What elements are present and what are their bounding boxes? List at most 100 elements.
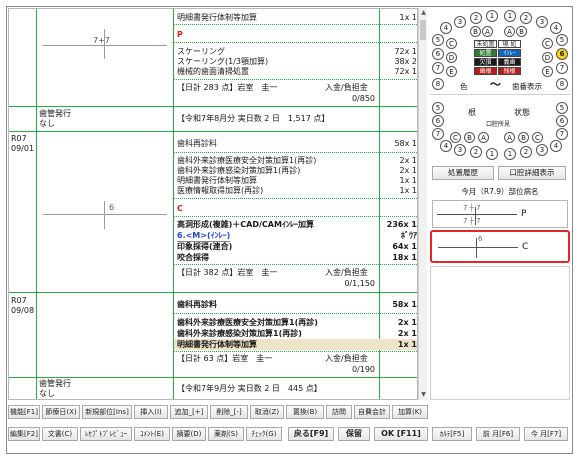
tooth-letter[interactable]: B bbox=[516, 26, 527, 37]
tooth-letter[interactable]: A bbox=[478, 132, 489, 143]
record-item-link[interactable]: 6.<M>(ｲﾝﾚｰ) bbox=[177, 231, 231, 242]
function-key-button[interactable]: 取消(Z) bbox=[250, 405, 284, 419]
record-item[interactable]: 医療情報取得加算(再診) bbox=[177, 186, 263, 196]
tooth-number[interactable]: 6 bbox=[556, 48, 568, 60]
record-item[interactable]: 高洞形成(複雑)＋CAD/CAMｲﾝﾚｰ加算 bbox=[177, 220, 314, 230]
record-item[interactable]: 歯科外来診療感染対策加算1(再診) bbox=[177, 329, 302, 339]
tooth-letter[interactable]: A bbox=[504, 132, 515, 143]
tooth-letter[interactable]: A bbox=[504, 26, 515, 37]
tooth-letter[interactable]: E bbox=[542, 66, 553, 77]
disease-list-area[interactable] bbox=[430, 266, 570, 400]
tooth-letter[interactable]: B bbox=[518, 132, 529, 143]
oral-detail-button[interactable]: 口腔詳細表示 bbox=[498, 166, 566, 180]
tooth-number[interactable]: 5 bbox=[432, 34, 444, 46]
tooth-letter[interactable]: E bbox=[446, 66, 457, 77]
function-key-button[interactable]: 新規部位[Ins] bbox=[82, 405, 132, 419]
function-key-button[interactable]: 挿入(I) bbox=[134, 405, 168, 419]
record-item[interactable]: 明細書発行体制等加算 bbox=[177, 13, 257, 23]
tooth-letter[interactable]: D bbox=[446, 52, 457, 63]
tooth-number[interactable]: 3 bbox=[454, 16, 466, 28]
tooth-number[interactable]: 4 bbox=[550, 22, 562, 34]
tooth-number[interactable]: 3 bbox=[536, 16, 548, 28]
tooth-number[interactable]: 2 bbox=[520, 146, 532, 158]
function-key-button[interactable]: 追加_[+] bbox=[170, 405, 208, 419]
record-item[interactable]: 咬合採得 bbox=[177, 253, 209, 263]
function-key-button[interactable]: 薬剤(S) bbox=[208, 427, 244, 441]
tooth-number[interactable]: 1 bbox=[486, 10, 498, 22]
karte-button[interactable]: ｶﾙﾃ[F5] bbox=[432, 427, 472, 441]
function-key-button[interactable]: ﾚｾﾌﾟﾄﾌﾟﾚﾋﾞｭｰ bbox=[80, 427, 132, 441]
function-key-button[interactable]: 訪問 bbox=[326, 405, 352, 419]
tooth-number[interactable]: 7 bbox=[556, 128, 568, 140]
tooth-number[interactable]: 4 bbox=[440, 140, 452, 152]
tooth-number[interactable]: 3 bbox=[454, 144, 466, 156]
tooth-letter[interactable]: B bbox=[464, 132, 475, 143]
record-item-selected[interactable]: 明細書発行体制等加算 bbox=[177, 340, 257, 350]
tooth-number[interactable]: 4 bbox=[550, 140, 562, 152]
hold-button[interactable]: 保留 bbox=[338, 427, 370, 441]
back-button[interactable]: 戻る[F9] bbox=[288, 427, 334, 441]
tooth-letter[interactable]: A bbox=[482, 26, 493, 37]
tooth-number[interactable]: 6 bbox=[432, 115, 444, 127]
tooth-number[interactable]: 6 bbox=[432, 48, 444, 60]
tooth-letter[interactable]: D bbox=[542, 52, 553, 63]
tooth-number[interactable]: 8 bbox=[556, 78, 568, 90]
function-key-button[interactable]: 削除_[-] bbox=[210, 405, 248, 419]
function-key-button[interactable]: 摘要(D) bbox=[172, 427, 206, 441]
tooth-number[interactable]: 7 bbox=[556, 62, 568, 74]
record-item[interactable]: 印象採得(連合) bbox=[177, 242, 232, 252]
record-item[interactable]: 歯科外来診療感染対策加算1(再診) bbox=[177, 166, 300, 176]
record-item[interactable]: 歯科再診料 bbox=[177, 300, 217, 310]
function-key-button[interactable]: 機能[F1] bbox=[8, 405, 40, 419]
tooth-display-label[interactable]: 歯番表示 bbox=[512, 82, 542, 92]
function-key-button[interactable]: ｺﾒﾝﾄ(E) bbox=[134, 427, 170, 441]
tooth-number[interactable]: 5 bbox=[556, 102, 568, 114]
dental-chart[interactable]: 4 3 2 1 1 2 3 4 B A A B 5 6 7 8 5 6 7 8 C D E C D E 未処置現 処処置 ｲﾝﾚｰ 欠損… bbox=[430, 8, 570, 163]
record-item[interactable]: 歯科外来診療医療安全対策加算1(再診) bbox=[177, 156, 316, 166]
tooth-letter[interactable]: C bbox=[532, 132, 543, 143]
record-item[interactable]: 明細書発行体制等加算 bbox=[177, 176, 257, 186]
scroll-thumb[interactable] bbox=[420, 20, 426, 40]
function-key-button[interactable]: 加算(K) bbox=[392, 405, 428, 419]
function-key-button[interactable]: 文書(C) bbox=[42, 427, 78, 441]
record-item[interactable]: スケーリング(1/3顎加算) bbox=[177, 57, 268, 67]
tooth-number[interactable]: 8 bbox=[432, 78, 444, 90]
tooth-number[interactable]: 1 bbox=[504, 10, 516, 22]
scroll-up-arrow-icon[interactable]: ▲ bbox=[420, 9, 427, 17]
function-key-button[interactable]: 置換(B) bbox=[286, 405, 324, 419]
treatment-history-button[interactable]: 処置履歴 bbox=[432, 166, 494, 180]
tooth-number[interactable]: 2 bbox=[470, 146, 482, 158]
function-key-button[interactable]: 編集[F2] bbox=[8, 427, 40, 441]
tooth-number[interactable]: 3 bbox=[536, 144, 548, 156]
tooth-number[interactable]: 6 bbox=[556, 115, 568, 127]
function-key-button[interactable]: ﾁｪｯｸ(G) bbox=[246, 427, 282, 441]
record-item[interactable]: 歯科外来診療医療安全対策加算1(再診) bbox=[177, 318, 318, 328]
record-item[interactable]: 歯科再診料 bbox=[177, 139, 217, 149]
tooth-number[interactable]: 5 bbox=[556, 34, 568, 46]
tooth-number[interactable]: 1 bbox=[504, 148, 516, 160]
tooth-number[interactable]: 1 bbox=[486, 148, 498, 160]
tooth-number[interactable]: 2 bbox=[470, 12, 482, 24]
ok-button[interactable]: OK [F11] bbox=[374, 427, 428, 441]
tooth-number[interactable]: 2 bbox=[520, 12, 532, 24]
tooth-number[interactable]: 4 bbox=[440, 22, 452, 34]
function-key-button[interactable]: 自費会計 bbox=[354, 405, 390, 419]
disease-chart-c-selected[interactable]: 6 C bbox=[430, 230, 570, 263]
tooth-letter[interactable]: B bbox=[470, 26, 481, 37]
tooth-number[interactable]: 7 bbox=[432, 62, 444, 74]
tooth-number[interactable]: 7 bbox=[432, 128, 444, 140]
this-month-button[interactable]: 今 月[F7] bbox=[524, 427, 568, 441]
tooth-letter[interactable]: C bbox=[450, 132, 461, 143]
tooth-letter[interactable]: C bbox=[446, 38, 457, 49]
function-key-button[interactable]: 節療日(X) bbox=[42, 405, 80, 419]
scroll-down-arrow-icon[interactable]: ▼ bbox=[420, 391, 427, 399]
root-label[interactable]: 根 bbox=[468, 108, 476, 118]
medical-record-area[interactable]: 明細書発行体制等加算 1x 1 7+7 P スケーリング 72x 1 スケーリン… bbox=[8, 8, 418, 400]
prev-month-button[interactable]: 前 月[F6] bbox=[476, 427, 520, 441]
record-item[interactable]: スケーリング bbox=[177, 47, 225, 57]
record-scrollbar[interactable]: ▲ ▼ bbox=[418, 8, 427, 400]
state-label[interactable]: 状態 bbox=[514, 108, 530, 118]
disease-chart-p[interactable]: 7 ┼ 7 7 ┼ 7 P bbox=[432, 200, 568, 228]
tooth-number[interactable]: 5 bbox=[432, 102, 444, 114]
record-item[interactable]: 機械的歯面清掃処置 bbox=[177, 67, 249, 77]
